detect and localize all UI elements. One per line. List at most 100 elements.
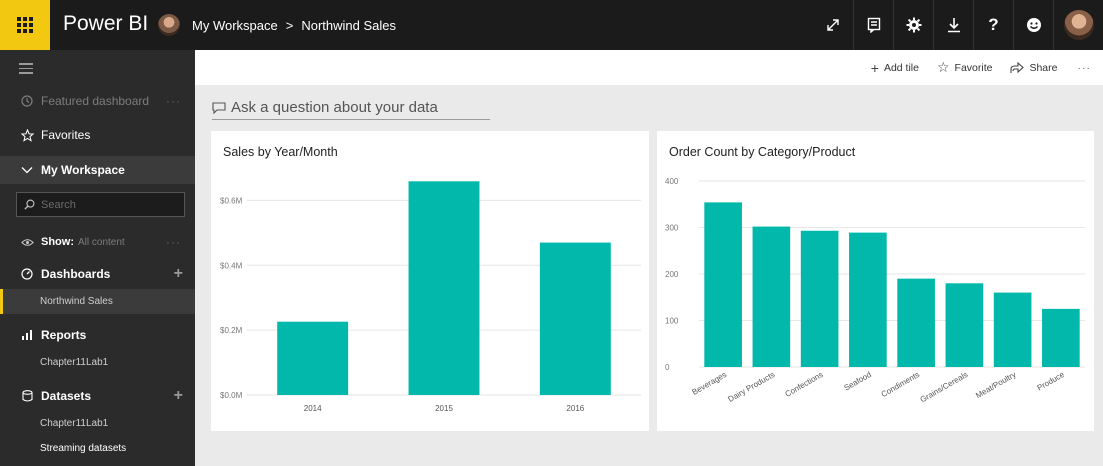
sales-bar-chart: $0.0M $0.2M $0.4M $0.6M 2014 2015 2016 bbox=[220, 181, 641, 413]
share-button[interactable]: Share bbox=[1010, 61, 1058, 74]
breadcrumb-dashboard[interactable]: Northwind Sales bbox=[301, 18, 396, 33]
bar bbox=[277, 321, 349, 395]
star-icon: ☆ bbox=[936, 59, 950, 75]
report-icon bbox=[19, 329, 35, 341]
y-tick-label: 400 bbox=[665, 177, 679, 186]
bar bbox=[897, 278, 935, 367]
more-options-icon[interactable]: ··· bbox=[1078, 62, 1092, 74]
favorite-label: Favorite bbox=[954, 61, 993, 74]
x-tick-label: 2016 bbox=[566, 404, 584, 413]
y-tick-label: $0.2M bbox=[220, 326, 243, 335]
top-bar: Power BI My Workspace > Northwind Sales … bbox=[0, 0, 1103, 50]
add-tile-button[interactable]: + Add tile bbox=[871, 60, 919, 76]
focus-mode-button[interactable] bbox=[813, 0, 853, 50]
dashboards-label: Dashboards bbox=[41, 267, 111, 281]
user-account-button[interactable] bbox=[1053, 0, 1103, 50]
featured-dashboard-item[interactable]: Featured dashboard ··· bbox=[0, 87, 195, 115]
show-value: All content bbox=[78, 236, 125, 248]
star-icon bbox=[19, 128, 35, 142]
streaming-datasets-label: Streaming datasets bbox=[40, 443, 127, 454]
datasets-label: Datasets bbox=[41, 389, 92, 403]
sidebar-item-report[interactable]: Chapter11Lab1 bbox=[0, 350, 195, 375]
notes-icon bbox=[867, 17, 880, 33]
sidebar-item-streaming-datasets[interactable]: Streaming datasets bbox=[0, 436, 195, 461]
settings-button[interactable] bbox=[893, 0, 933, 50]
search-icon bbox=[24, 199, 35, 210]
y-tick-label: 200 bbox=[665, 270, 679, 279]
featured-icon bbox=[19, 95, 35, 107]
help-button[interactable]: ? bbox=[973, 0, 1013, 50]
app-launcher-button[interactable] bbox=[0, 0, 50, 50]
bar bbox=[539, 242, 611, 395]
my-workspace-label: My Workspace bbox=[41, 163, 125, 177]
dashboard-item-label: Northwind Sales bbox=[40, 296, 113, 307]
y-tick-label: $0.6M bbox=[220, 196, 243, 205]
my-workspace-item[interactable]: My Workspace bbox=[0, 156, 195, 184]
order-count-bar-chart: 0 100 200 300 400 BeveragesDairy Products Conf… bbox=[665, 177, 1085, 404]
bar bbox=[408, 181, 480, 395]
more-icon[interactable]: ··· bbox=[166, 235, 181, 249]
bar bbox=[849, 232, 887, 367]
gear-icon bbox=[906, 17, 921, 33]
expand-icon bbox=[827, 19, 839, 31]
feedback-button[interactable] bbox=[1013, 0, 1053, 50]
y-tick-label: 0 bbox=[665, 363, 670, 372]
tile-order-count-by-category[interactable]: Order Count by Category/Product 0 100 200 3… bbox=[657, 131, 1094, 431]
report-item-label: Chapter11Lab1 bbox=[40, 357, 109, 368]
chevron-down-icon bbox=[19, 166, 35, 174]
eye-icon bbox=[19, 238, 35, 247]
plus-icon: + bbox=[870, 59, 879, 76]
x-tick-label: 2014 bbox=[304, 404, 322, 413]
y-tick-label: $0.0M bbox=[220, 391, 243, 400]
x-tick-label: Condiments bbox=[880, 370, 921, 399]
add-dataset-icon[interactable]: + bbox=[174, 387, 183, 405]
tile-sales-by-year-month[interactable]: Sales by Year/Month $0.0M $0.2M $0.4M $0.6M… bbox=[211, 131, 649, 431]
share-label: Share bbox=[1029, 61, 1058, 74]
sidebar-item-dataset[interactable]: Chapter11Lab1 bbox=[0, 411, 195, 436]
x-tick-label: Beverages bbox=[690, 370, 728, 397]
search-placeholder: Search bbox=[41, 198, 76, 211]
qna-input[interactable]: Ask a question about your data bbox=[212, 96, 490, 120]
search-input[interactable]: Search bbox=[16, 192, 185, 217]
waffle-icon bbox=[17, 17, 33, 33]
x-tick-label: Dairy Products bbox=[726, 370, 776, 404]
bar bbox=[1042, 308, 1080, 367]
bar bbox=[752, 226, 791, 367]
favorite-button[interactable]: ☆ Favorite bbox=[937, 59, 993, 76]
dataset-item-label: Chapter11Lab1 bbox=[40, 418, 109, 429]
bar bbox=[993, 292, 1032, 367]
bar bbox=[704, 202, 742, 367]
help-icon: ? bbox=[988, 15, 999, 34]
show-label: Show: bbox=[41, 236, 74, 248]
x-tick-label: Grains/Cereals bbox=[919, 370, 970, 404]
hamburger-menu-icon[interactable] bbox=[19, 63, 33, 77]
navigation-pane: Featured dashboard ··· Favorites My Work… bbox=[0, 50, 195, 466]
bar bbox=[800, 230, 839, 367]
app-name[interactable]: Power BI bbox=[63, 12, 148, 36]
qna-placeholder: Ask a question about your data bbox=[231, 99, 438, 116]
bar bbox=[945, 283, 984, 367]
datasets-section[interactable]: Datasets + bbox=[0, 382, 195, 410]
y-tick-label: 300 bbox=[665, 224, 679, 233]
download-button[interactable] bbox=[933, 0, 973, 50]
favorites-item[interactable]: Favorites bbox=[0, 121, 195, 149]
smiley-icon bbox=[1026, 18, 1041, 32]
reports-label: Reports bbox=[41, 328, 87, 342]
speech-bubble-icon bbox=[212, 101, 226, 114]
x-tick-label: Meat/Poultry bbox=[974, 370, 1017, 400]
breadcrumb-separator: > bbox=[285, 17, 294, 33]
y-tick-label: $0.4M bbox=[220, 261, 243, 270]
notes-button[interactable] bbox=[853, 0, 893, 50]
show-filter-item[interactable]: Show: All content ··· bbox=[0, 228, 195, 256]
dashboards-section[interactable]: Dashboards + bbox=[0, 260, 195, 288]
add-dashboard-icon[interactable]: + bbox=[174, 265, 183, 283]
share-icon bbox=[1010, 61, 1025, 73]
reports-section[interactable]: Reports bbox=[0, 321, 195, 349]
sidebar-item-northwind-sales[interactable]: Northwind Sales bbox=[0, 289, 195, 314]
download-icon bbox=[947, 18, 960, 33]
more-icon[interactable]: ··· bbox=[166, 94, 181, 108]
add-tile-label: Add tile bbox=[883, 61, 919, 74]
dataset-icon bbox=[19, 390, 35, 402]
breadcrumb-workspace[interactable]: My Workspace bbox=[192, 18, 278, 33]
workspace-avatar bbox=[158, 14, 180, 36]
